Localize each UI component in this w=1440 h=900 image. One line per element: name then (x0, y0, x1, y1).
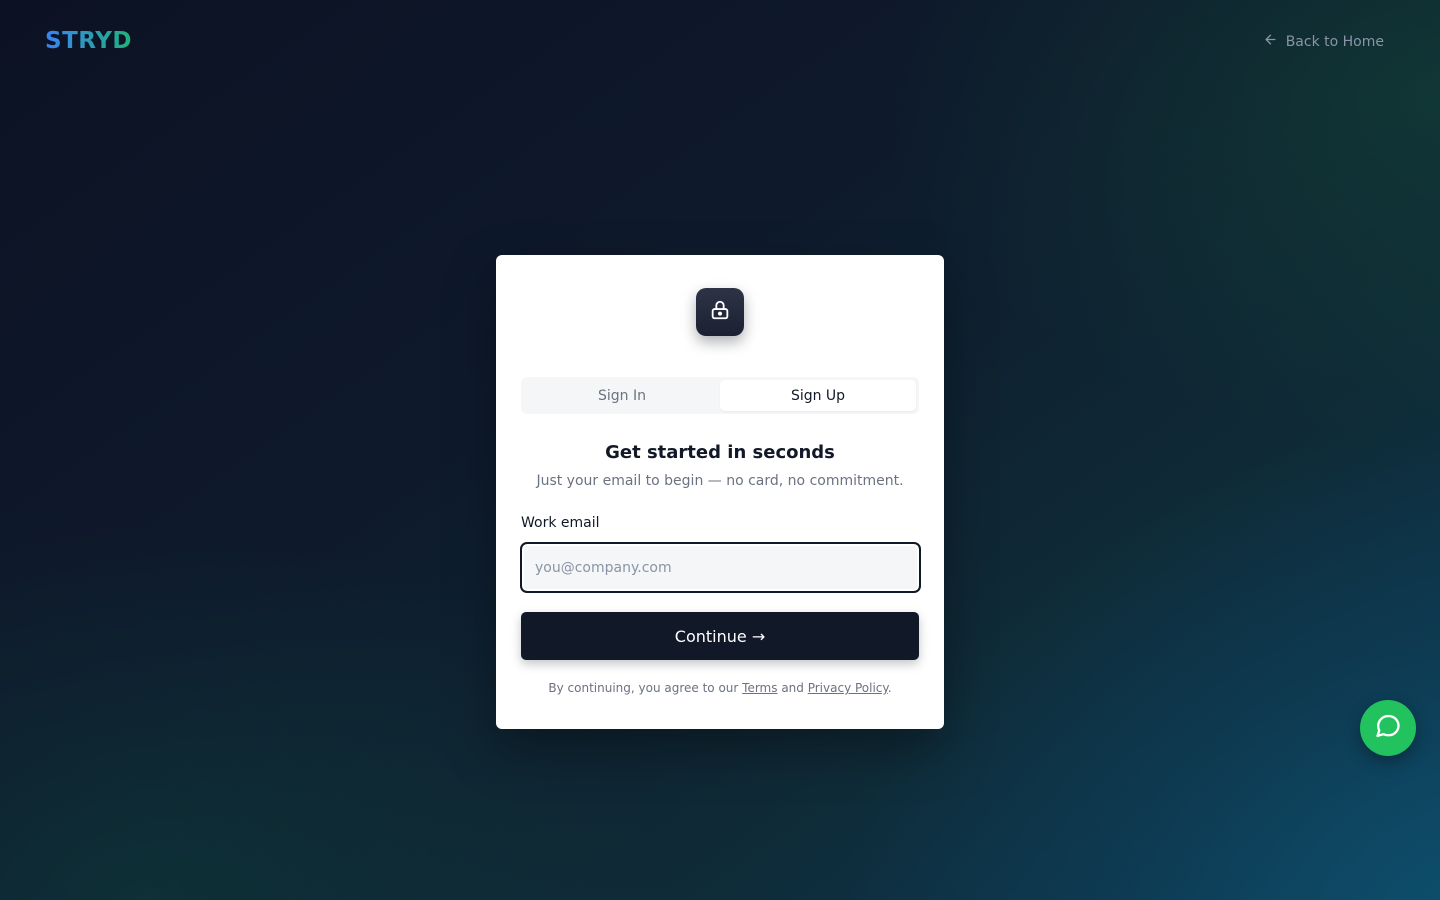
form-title: Get started in seconds (605, 442, 835, 463)
tab-sign-up[interactable]: Sign Up (720, 380, 916, 411)
back-to-home-label: Back to Home (1285, 33, 1384, 50)
chat-button[interactable] (1360, 700, 1416, 756)
terms-notice: By continuing, you agree to our Terms an… (496, 681, 944, 695)
auth-tabs: Sign In Sign Up (521, 377, 919, 414)
terms-suffix: . (887, 681, 892, 695)
tab-sign-in[interactable]: Sign In (524, 380, 720, 411)
auth-card: Sign In Sign Up Get started in seconds J… (496, 255, 944, 729)
brand-logo[interactable]: STRYD (45, 28, 132, 54)
lock-badge (696, 288, 744, 336)
terms-link[interactable]: Terms (742, 681, 777, 695)
form-subtitle: Just your email to begin — no card, no c… (536, 473, 904, 489)
privacy-policy-link[interactable]: Privacy Policy (808, 681, 888, 695)
chat-bubble-icon (1374, 712, 1402, 744)
email-field[interactable] (520, 542, 921, 593)
back-to-home-link[interactable]: Back to Home (1263, 32, 1384, 51)
lock-icon (709, 299, 731, 325)
terms-middle: and (777, 681, 808, 695)
terms-prefix: By continuing, you agree to our (548, 681, 743, 695)
continue-button[interactable]: Continue → (521, 612, 919, 660)
arrow-left-icon (1263, 32, 1278, 51)
email-label: Work email (521, 515, 600, 531)
